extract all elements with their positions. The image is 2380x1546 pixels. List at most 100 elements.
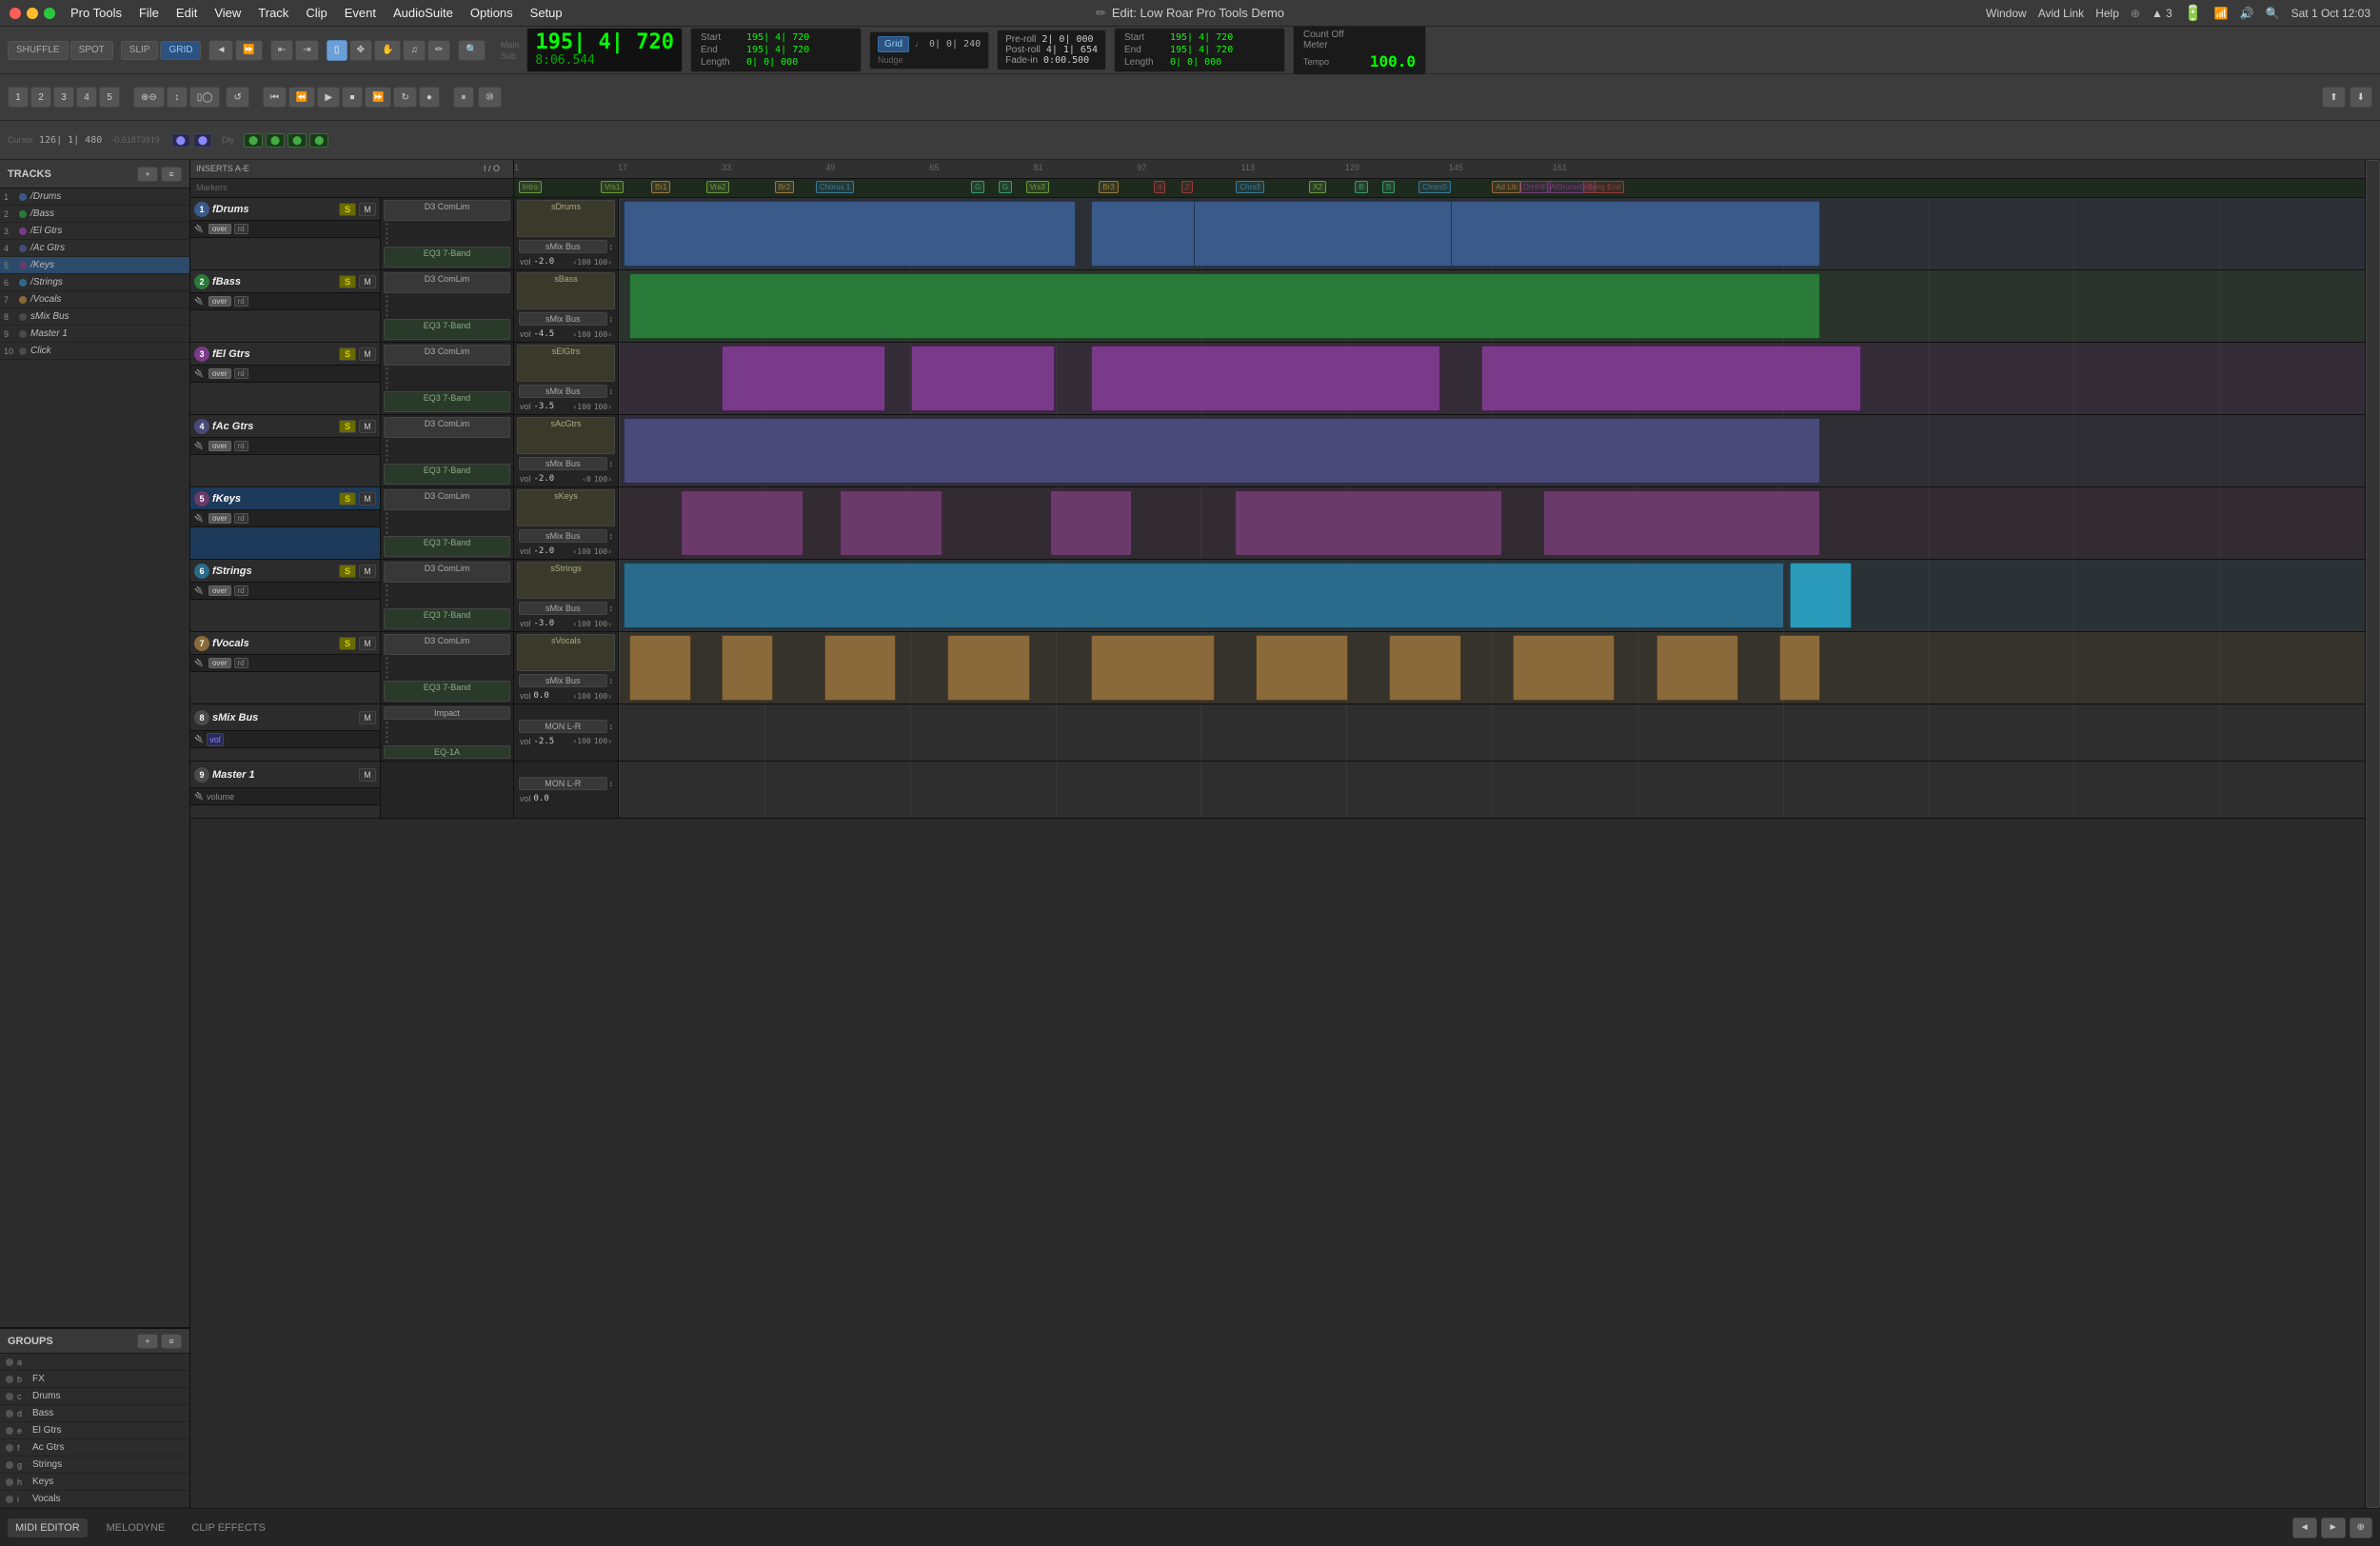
mute-btn-4[interactable]: M <box>359 420 376 433</box>
pan-r-2[interactable]: 100› <box>594 330 612 339</box>
group-item-<all>[interactable]: a <box>0 1354 189 1371</box>
marker-g[interactable]: G <box>999 181 1012 193</box>
io-arrow-3[interactable]: ↕ <box>609 386 614 396</box>
menu-track[interactable]: Track <box>258 6 288 20</box>
over-tag-4[interactable]: over <box>208 441 231 451</box>
track-list-item-el gtrs[interactable]: 3 /El Gtrs <box>0 223 189 240</box>
over-tag-5[interactable]: over <box>208 513 231 524</box>
clip-3-0[interactable] <box>722 346 886 411</box>
num-btn-1[interactable]: 1 <box>8 87 29 108</box>
over-tag-7[interactable]: over <box>208 658 231 668</box>
minimize-button[interactable] <box>27 8 38 19</box>
send-slot-5[interactable]: sKeys <box>517 489 615 526</box>
eq-slot-8[interactable]: EQ-1A <box>384 745 510 759</box>
group-item-strings[interactable]: g Strings <box>0 1457 189 1474</box>
clip-1-3[interactable] <box>1451 201 1820 267</box>
rewind-button[interactable]: ⏮ <box>263 87 287 108</box>
rd-tag-5[interactable]: rd <box>234 513 248 524</box>
pan-l-5[interactable]: ‹100 <box>572 547 590 556</box>
clip-5-0[interactable] <box>681 490 803 556</box>
mute-btn-9[interactable]: M <box>359 768 376 782</box>
pan-r-5[interactable]: 100› <box>594 547 612 556</box>
track-list-item-smix bus[interactable]: 8 sMix Bus <box>0 308 189 326</box>
vol-value-7[interactable]: 0.0 <box>534 691 570 701</box>
marker-2[interactable]: 2 <box>1181 181 1193 193</box>
clip-5-2[interactable] <box>1050 490 1132 556</box>
over-tag-6[interactable]: over <box>208 585 231 596</box>
zoom-button[interactable]: 🔍 <box>458 40 485 61</box>
mute-btn-3[interactable]: M <box>359 347 376 361</box>
bottom-scroll-right[interactable]: ► <box>2321 1517 2346 1538</box>
tab-midi-editor[interactable]: MIDI EDITOR <box>8 1518 88 1537</box>
send-slot-7[interactable]: sVocals <box>517 634 615 671</box>
io-slot-1[interactable]: sMix Bus <box>519 240 607 253</box>
marker-chorus-1[interactable]: Chorus 1 <box>816 181 854 193</box>
mute-btn-7[interactable]: M <box>359 637 376 650</box>
right-scrollbar[interactable] <box>2365 160 2380 1508</box>
track-list-item-ac gtrs[interactable]: 4 /Ac Gtrs <box>0 240 189 257</box>
num-btn-4[interactable]: 4 <box>76 87 97 108</box>
over-tag-1[interactable]: over <box>208 224 231 234</box>
insert-slot-1[interactable]: D3 ComLim <box>384 200 510 221</box>
io-slot-2[interactable]: sMix Bus <box>519 312 607 326</box>
grid-value-button[interactable]: Grid <box>878 36 909 52</box>
loop-play-button[interactable]: ↻ <box>393 87 416 108</box>
insert-slot-4[interactable]: D3 ComLim <box>384 417 510 438</box>
rd-tag-7[interactable]: rd <box>234 658 248 668</box>
pencil-tool-button[interactable]: ✏ <box>427 40 450 61</box>
io-arrow-8[interactable]: ↕ <box>609 722 614 731</box>
solo-btn-2[interactable]: S <box>339 275 356 288</box>
io-slot-4[interactable]: sMix Bus <box>519 457 607 470</box>
send-slot-3[interactable]: sElGtrs <box>517 345 615 382</box>
vol-value-6[interactable]: -3.0 <box>534 619 570 628</box>
close-button[interactable] <box>10 8 21 19</box>
eq-slot-5[interactable]: EQ3 7-Band <box>384 536 510 557</box>
clip-5-4[interactable] <box>1543 490 1820 556</box>
marker-drhhf[interactable]: DrHHF <box>1519 181 1551 193</box>
loop-button[interactable]: ↺ <box>226 87 248 108</box>
io-arrow-7[interactable]: ↕ <box>609 676 614 685</box>
io-slot-7[interactable]: sMix Bus <box>519 674 607 687</box>
io-slot-3[interactable]: sMix Bus <box>519 385 607 398</box>
track-clips-Master 1[interactable] <box>619 762 2365 818</box>
io-arrow-2[interactable]: ↕ <box>609 314 614 324</box>
group-item-vocals[interactable]: i Vocals <box>0 1491 189 1508</box>
grab-tool-button[interactable]: ✋ <box>374 40 401 61</box>
marker-g[interactable]: G <box>971 181 984 193</box>
solo-btn-4[interactable]: S <box>339 420 356 433</box>
io-arrow-1[interactable]: ↕ <box>609 242 614 251</box>
track-clips-sMix Bus[interactable] <box>619 704 2365 761</box>
marker-br3[interactable]: Br3 <box>1099 181 1118 193</box>
clip-1-0[interactable] <box>624 201 1076 267</box>
marker-vra2[interactable]: Vra2 <box>706 181 730 193</box>
io-slot-8[interactable]: MON L-R <box>519 720 607 733</box>
send-slot-1[interactable]: sDrums <box>517 200 615 237</box>
solo-btn-7[interactable]: S <box>339 637 356 650</box>
pan-l-1[interactable]: ‹100 <box>572 258 590 267</box>
insert-slot-7[interactable]: D3 ComLim <box>384 634 510 655</box>
marker-chors5[interactable]: Chors5 <box>1418 181 1451 193</box>
rd-tag-3[interactable]: rd <box>234 368 248 379</box>
clip-3-1[interactable] <box>911 346 1055 411</box>
clip-7-3[interactable] <box>947 635 1029 701</box>
io-arrow-4[interactable]: ↕ <box>609 459 614 468</box>
insert-slot-8[interactable]: Impact <box>384 706 510 720</box>
vol-value-5[interactable]: -2.0 <box>534 546 570 556</box>
num-btn-3[interactable]: 3 <box>53 87 74 108</box>
groups-expand-button[interactable]: + <box>137 1334 158 1349</box>
marker-x2[interactable]: X2 <box>1309 181 1326 193</box>
menu-setup[interactable]: Setup <box>530 6 563 20</box>
marker-br2[interactable]: Br2 <box>775 181 794 193</box>
track-list-toggle[interactable]: ▯◯ <box>189 87 221 108</box>
start-value[interactable]: 195| 4| 720 <box>746 32 809 43</box>
solo-btn-5[interactable]: S <box>339 492 356 505</box>
bottom-scroll-left[interactable]: ◄ <box>2292 1517 2317 1538</box>
post-roll-value[interactable]: 4| 1| 654 <box>1046 45 1098 55</box>
clip-7-5[interactable] <box>1256 635 1348 701</box>
pan-l-8[interactable]: ‹100 <box>572 737 590 745</box>
tracks-expand-button[interactable]: + <box>137 167 158 182</box>
ffwd-button[interactable]: ⏪ <box>288 87 315 108</box>
main-counter-display[interactable]: 195| 4| 720 8:06.544 <box>526 28 683 72</box>
tempo-value[interactable]: 100.0 <box>1370 52 1416 70</box>
pan-r-4[interactable]: 100› <box>594 475 612 484</box>
